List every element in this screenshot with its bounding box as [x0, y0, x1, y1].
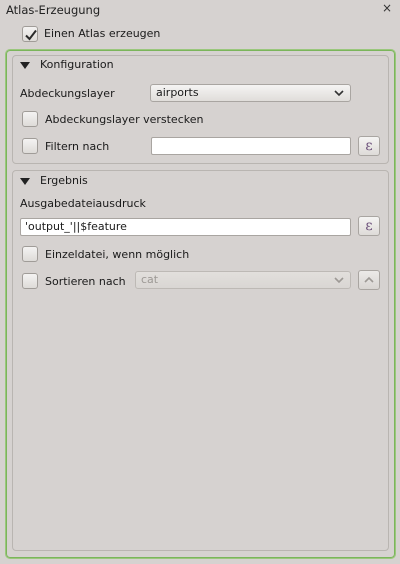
sort-direction-button[interactable]: [358, 270, 380, 290]
sort-field-value: cat: [141, 273, 159, 286]
triangle-down-icon: [20, 178, 30, 185]
chevron-down-icon: [334, 90, 344, 97]
filter-expression-button[interactable]: ε: [358, 136, 380, 156]
chevron-up-icon: [364, 276, 374, 283]
ergebnis-header[interactable]: Ergebnis: [12, 170, 389, 190]
output-expression-button[interactable]: ε: [358, 216, 380, 236]
chevron-down-icon: [334, 277, 344, 284]
epsilon-icon: ε: [365, 218, 373, 234]
filter-checkbox[interactable]: [22, 138, 38, 154]
sort-label: Sortieren nach: [45, 275, 126, 288]
coverage-layer-value: airports: [156, 86, 199, 99]
konfiguration-title: Konfiguration: [40, 58, 114, 71]
filter-expression-input[interactable]: [151, 137, 351, 155]
epsilon-icon: ε: [365, 138, 373, 154]
sort-checkbox[interactable]: [22, 273, 38, 289]
ergebnis-title: Ergebnis: [40, 174, 88, 187]
output-expression-label: Ausgabedateiausdruck: [20, 197, 146, 210]
checkmark-icon: [25, 29, 37, 41]
triangle-down-icon: [20, 62, 30, 69]
single-file-label: Einzeldatei, wenn möglich: [45, 248, 190, 261]
coverage-layer-combobox[interactable]: airports: [150, 84, 351, 102]
coverage-layer-label: Abdeckungslayer: [20, 87, 115, 100]
sort-field-combobox[interactable]: cat: [135, 271, 351, 289]
output-expression-input[interactable]: 'output_'||$feature: [20, 218, 351, 236]
atlas-generate-checkbox[interactable]: [22, 26, 38, 42]
close-icon[interactable]: ×: [381, 1, 393, 15]
single-file-checkbox[interactable]: [22, 246, 38, 262]
konfiguration-header[interactable]: Konfiguration: [12, 55, 389, 75]
hide-coverage-checkbox[interactable]: [22, 111, 38, 127]
panel-title: Atlas-Erzeugung: [6, 3, 101, 17]
hide-coverage-label: Abdeckungslayer verstecken: [45, 113, 204, 126]
atlas-generate-label: Einen Atlas erzeugen: [44, 27, 161, 40]
filter-label: Filtern nach: [45, 140, 110, 153]
